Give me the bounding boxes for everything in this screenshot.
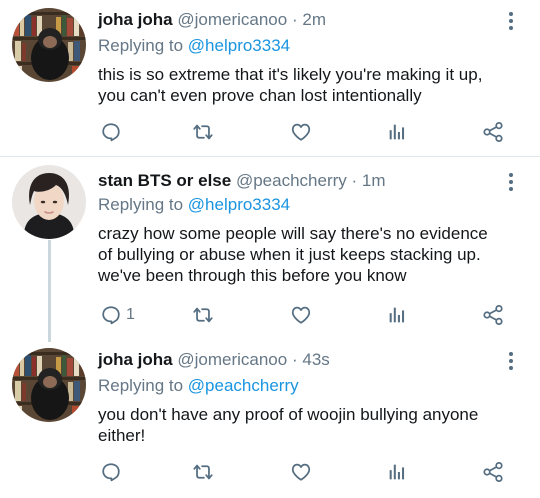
tweet-1[interactable]: joha joha @jomericanoo · 2m Replying to … xyxy=(0,0,540,155)
tweet-text-line: either! xyxy=(98,426,146,445)
reply-mention-link[interactable]: @helpro3334 xyxy=(188,36,290,55)
more-options-icon[interactable] xyxy=(506,171,516,193)
reply-mention-link[interactable]: @helpro3334 xyxy=(188,195,290,214)
stats-icon xyxy=(389,307,405,323)
share-icon xyxy=(483,461,503,483)
display-name[interactable]: joha joha xyxy=(98,10,173,29)
like-button[interactable] xyxy=(290,300,312,330)
tweet-text-line: we've been through this before you know xyxy=(98,266,407,285)
timestamp[interactable]: 2m xyxy=(302,10,326,29)
tweet-actions xyxy=(0,117,540,147)
more-options-icon[interactable] xyxy=(506,10,516,32)
tweet-text-line: this is so extreme that it's likely you'… xyxy=(98,65,483,84)
like-button[interactable] xyxy=(290,457,312,487)
tweet-actions: 1 xyxy=(0,300,540,330)
user-handle[interactable]: @peachcherry xyxy=(236,171,347,190)
replying-to-label: Replying to xyxy=(98,36,184,55)
avatar[interactable] xyxy=(12,8,86,82)
avatar[interactable] xyxy=(12,348,86,422)
tweet-text: you don't have any proof of woojin bully… xyxy=(98,404,518,446)
tweet-text: this is so extreme that it's likely you'… xyxy=(98,64,518,106)
tweet-text-line: of bullying or abuse when it just keeps … xyxy=(98,245,481,264)
replying-to-label: Replying to xyxy=(98,195,184,214)
tweet-text-line: you don't have any proof of woojin bully… xyxy=(98,405,479,424)
share-button[interactable] xyxy=(482,117,504,147)
share-icon xyxy=(483,121,503,143)
like-icon xyxy=(291,306,311,324)
timestamp[interactable]: 43s xyxy=(302,350,329,369)
separator: · xyxy=(291,350,298,369)
retweet-button[interactable] xyxy=(192,117,214,147)
stats-button[interactable] xyxy=(386,300,408,330)
separator: · xyxy=(351,171,358,190)
replying-to: Replying to @peachcherry xyxy=(98,376,299,396)
stats-button[interactable] xyxy=(386,117,408,147)
reply-button[interactable] xyxy=(100,457,126,487)
like-icon xyxy=(291,123,311,141)
tweet-actions xyxy=(0,457,540,487)
separator: · xyxy=(291,10,298,29)
reply-count: 1 xyxy=(126,306,135,323)
tweet-header: joha joha @jomericanoo · 2m xyxy=(98,10,326,30)
retweet-button[interactable] xyxy=(192,457,214,487)
user-handle[interactable]: @jomericanoo xyxy=(177,350,287,369)
reply-button[interactable]: 1 xyxy=(100,300,135,330)
retweet-icon xyxy=(193,124,213,140)
retweet-icon xyxy=(193,464,213,480)
replying-to-label: Replying to xyxy=(98,376,184,395)
display-name[interactable]: joha joha xyxy=(98,350,173,369)
tweet-thread: joha joha @jomericanoo · 2m Replying to … xyxy=(0,0,540,498)
tweet-text-line: you can't even prove chan lost intention… xyxy=(98,86,422,105)
tweet-header: joha joha @jomericanoo · 43s xyxy=(98,350,330,370)
share-button[interactable] xyxy=(482,457,504,487)
like-button[interactable] xyxy=(290,117,312,147)
avatar[interactable] xyxy=(12,165,86,239)
tweet-2[interactable]: stan BTS or else @peachcherry · 1m Reply… xyxy=(0,157,540,340)
user-handle[interactable]: @jomericanoo xyxy=(177,10,287,29)
reply-button[interactable] xyxy=(100,117,126,147)
reply-icon xyxy=(102,463,120,482)
stats-icon xyxy=(389,124,405,140)
display-name[interactable]: stan BTS or else xyxy=(98,171,231,190)
replying-to: Replying to @helpro3334 xyxy=(98,36,290,56)
retweet-button[interactable] xyxy=(192,300,214,330)
stats-button[interactable] xyxy=(386,457,408,487)
more-options-icon[interactable] xyxy=(506,350,516,372)
reply-mention-link[interactable]: @peachcherry xyxy=(188,376,299,395)
reply-icon xyxy=(102,306,120,325)
tweet-header: stan BTS or else @peachcherry · 1m xyxy=(98,171,386,191)
tweet-text: crazy how some people will say there's n… xyxy=(98,223,518,286)
replying-to: Replying to @helpro3334 xyxy=(98,195,290,215)
stats-icon xyxy=(389,464,405,480)
share-icon xyxy=(483,304,503,326)
tweet-3[interactable]: joha joha @jomericanoo · 43s Replying to… xyxy=(0,340,540,498)
reply-icon xyxy=(102,123,120,142)
share-button[interactable] xyxy=(482,300,504,330)
retweet-icon xyxy=(193,307,213,323)
tweet-text-line: crazy how some people will say there's n… xyxy=(98,224,488,243)
like-icon xyxy=(291,463,311,481)
timestamp[interactable]: 1m xyxy=(362,171,386,190)
